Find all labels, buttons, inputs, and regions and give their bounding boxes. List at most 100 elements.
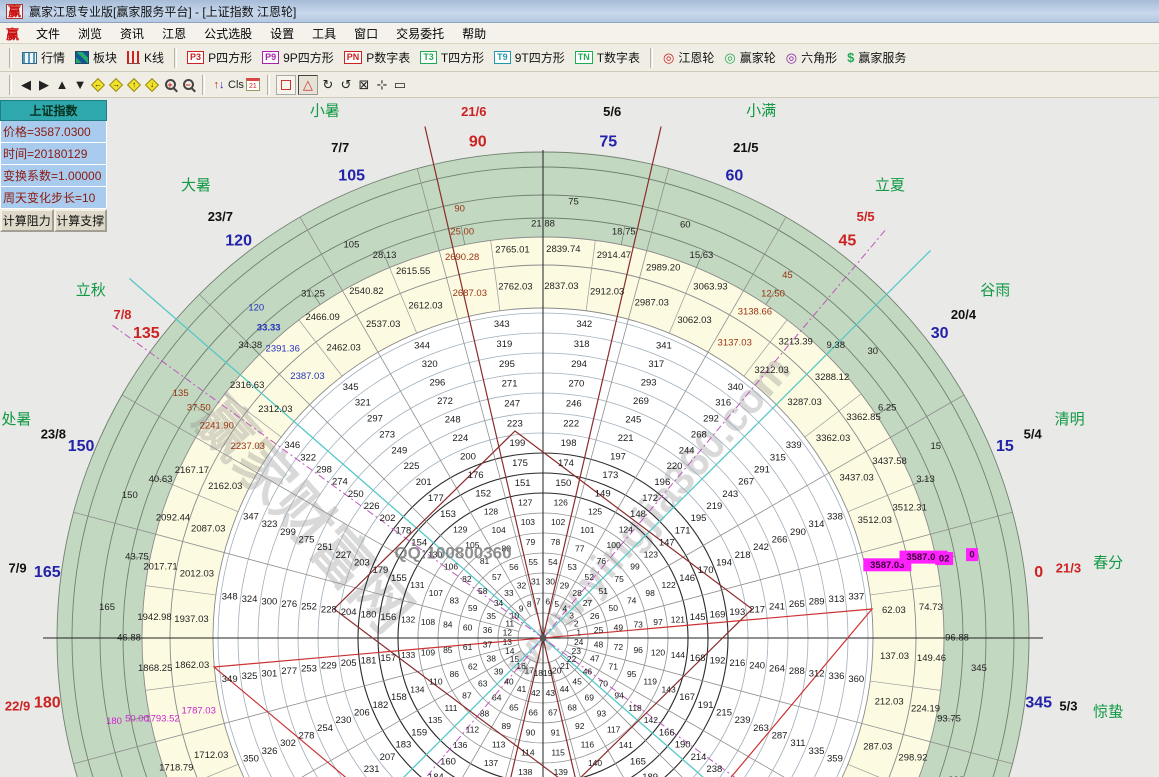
menu-交易委托[interactable]: 交易委托 — [387, 23, 453, 44]
shift-down-icon[interactable]: ↓ — [143, 76, 161, 94]
calc-resistance-button[interactable]: 计算阻力 — [0, 209, 54, 232]
price-inner-value: 3062.03 — [677, 315, 711, 326]
menu-资讯[interactable]: 资讯 — [111, 23, 153, 44]
spiral-number: 18 — [534, 668, 544, 678]
square-tool-icon[interactable] — [276, 75, 296, 95]
toolbar-separator — [9, 75, 12, 95]
spiral-number: 315 — [770, 452, 786, 463]
degree-value: 45 — [782, 270, 793, 281]
toolbar-button-9P四方形[interactable]: P99P四方形 — [257, 47, 339, 68]
cls-button[interactable]: Cls — [228, 76, 244, 94]
spiral-number: 103 — [521, 517, 535, 527]
spiral-number: 44 — [560, 684, 570, 694]
spiral-number: 165 — [630, 756, 646, 767]
triangle-tool-icon[interactable]: △ — [298, 75, 318, 95]
rotate-cw-icon[interactable]: ↻ — [319, 76, 337, 94]
screen-icon[interactable]: ▭ — [391, 76, 409, 94]
percent-value: 18.75 — [612, 226, 636, 237]
gann-wheel[interactable]: 赢家财富网www.yingjia360.com12345678910111213… — [0, 98, 1159, 777]
spiral-number: 190 — [675, 740, 691, 751]
spiral-number: 149 — [595, 488, 611, 499]
spiral-number: 159 — [411, 727, 427, 738]
solar-term-label: 清明 — [1055, 411, 1085, 428]
toolbar-button-P数字表[interactable]: PNP数字表 — [339, 47, 416, 68]
shift-right-icon[interactable]: → — [107, 76, 125, 94]
rotate-ccw-icon[interactable]: ↺ — [337, 76, 355, 94]
price-outer-value: 149.46 — [917, 653, 946, 664]
spiral-number: 288 — [789, 666, 805, 677]
nav-down-icon[interactable]: ▼ — [71, 76, 89, 94]
menu-公式选股[interactable]: 公式选股 — [195, 23, 261, 44]
percent-value: 43.75 — [125, 552, 149, 563]
spiral-number: 191 — [698, 700, 714, 711]
sort-arrows-icon[interactable]: ↑↓ — [210, 76, 228, 94]
menu-窗口[interactable]: 窗口 — [345, 23, 387, 44]
solar-term-label: 处暑 — [1, 411, 31, 428]
menu-bar: 赢 文件浏览资讯江恩公式选股设置工具窗口交易委托帮助 — [0, 23, 1159, 44]
spiral-number: 296 — [429, 378, 445, 389]
spiral-number: 99 — [630, 562, 640, 572]
shift-left-icon[interactable]: ← — [89, 76, 107, 94]
nav-up-icon[interactable]: ▲ — [53, 76, 71, 94]
zoom-in-icon[interactable]: + — [161, 76, 179, 94]
highlight-value: 3587.03 — [870, 560, 904, 571]
index-name: 上证指数 — [0, 100, 107, 121]
spiral-number: 151 — [515, 478, 531, 489]
chart-canvas[interactable]: 赢家财富网www.yingjia360.com12345678910111213… — [0, 98, 1159, 777]
percent-value: 15.63 — [690, 250, 714, 261]
nav-right-icon[interactable]: ▶ — [35, 76, 53, 94]
toolbar-button-9T四方形[interactable]: T99T四方形 — [489, 47, 570, 68]
spiral-number: 138 — [518, 767, 532, 777]
spiral-number: 140 — [588, 758, 602, 768]
price-inner-value: 3437.03 — [839, 473, 873, 484]
spiral-number: 24 — [574, 637, 584, 647]
spiral-number: 62 — [468, 661, 478, 671]
degree-value: 120 — [248, 303, 264, 314]
toolbar-button-赢家服务[interactable]: $赢家服务 — [842, 47, 911, 68]
toolbar-button-江恩轮[interactable]: ◎江恩轮 — [658, 47, 719, 68]
date-label: 7/8 — [113, 307, 131, 322]
spiral-number: 37 — [483, 640, 493, 650]
spiral-number: 57 — [492, 572, 502, 582]
spiral-number: 160 — [440, 756, 456, 767]
menu-工具[interactable]: 工具 — [303, 23, 345, 44]
calendar-icon[interactable]: 21 — [244, 76, 262, 94]
menu-设置[interactable]: 设置 — [261, 23, 303, 44]
delete-box-icon[interactable]: ⊠ — [355, 76, 373, 94]
toolbar-button-K线[interactable]: K线 — [122, 47, 169, 68]
menu-文件[interactable]: 文件 — [27, 23, 69, 44]
toolbar-button-T四方形[interactable]: T3T四方形 — [415, 47, 489, 68]
menu-帮助[interactable]: 帮助 — [453, 23, 495, 44]
spiral-number: 72 — [614, 642, 624, 652]
toolbar-label: 9T四方形 — [515, 49, 565, 66]
toolbar-button-赢家轮[interactable]: ◎赢家轮 — [719, 47, 780, 68]
toolbar-button-行情[interactable]: 行情 — [17, 47, 70, 68]
toolbar-button-板块[interactable]: 板块 — [70, 47, 122, 68]
spiral-number: 192 — [710, 655, 726, 666]
wheel-icon: ◎ — [663, 51, 674, 65]
toolbar-button-P四方形[interactable]: P3P四方形 — [182, 47, 257, 68]
spiral-number: 124 — [619, 524, 633, 534]
spiral-number: 202 — [380, 513, 396, 524]
spiral-number: 27 — [583, 598, 593, 608]
spiral-number: 48 — [594, 640, 604, 650]
menu-江恩[interactable]: 江恩 — [153, 23, 195, 44]
spiral-number: 194 — [716, 558, 732, 569]
spiral-number: 146 — [679, 573, 695, 584]
nav-left-icon[interactable]: ◀ — [17, 76, 35, 94]
spiral-number: 326 — [262, 746, 278, 757]
center-icon[interactable]: ⊹ — [373, 76, 391, 94]
shift-up-icon[interactable]: ↑ — [125, 76, 143, 94]
price-inner-value: 1862.03 — [175, 660, 209, 671]
spiral-number: 6 — [545, 597, 550, 607]
spiral-number: 51 — [599, 586, 609, 596]
spiral-number: 87 — [462, 691, 472, 701]
zoom-out-icon[interactable]: − — [179, 76, 197, 94]
spiral-number: 278 — [299, 730, 315, 741]
panel-field-1: 时间=20180129 — [0, 143, 107, 165]
toolbar-button-T数字表[interactable]: TNT数字表 — [570, 47, 645, 68]
toolbar-button-六角形[interactable]: ◎六角形 — [781, 47, 842, 68]
calc-support-button[interactable]: 计算支撑 — [54, 209, 108, 232]
menu-浏览[interactable]: 浏览 — [69, 23, 111, 44]
quotes-grid-icon — [22, 52, 37, 64]
